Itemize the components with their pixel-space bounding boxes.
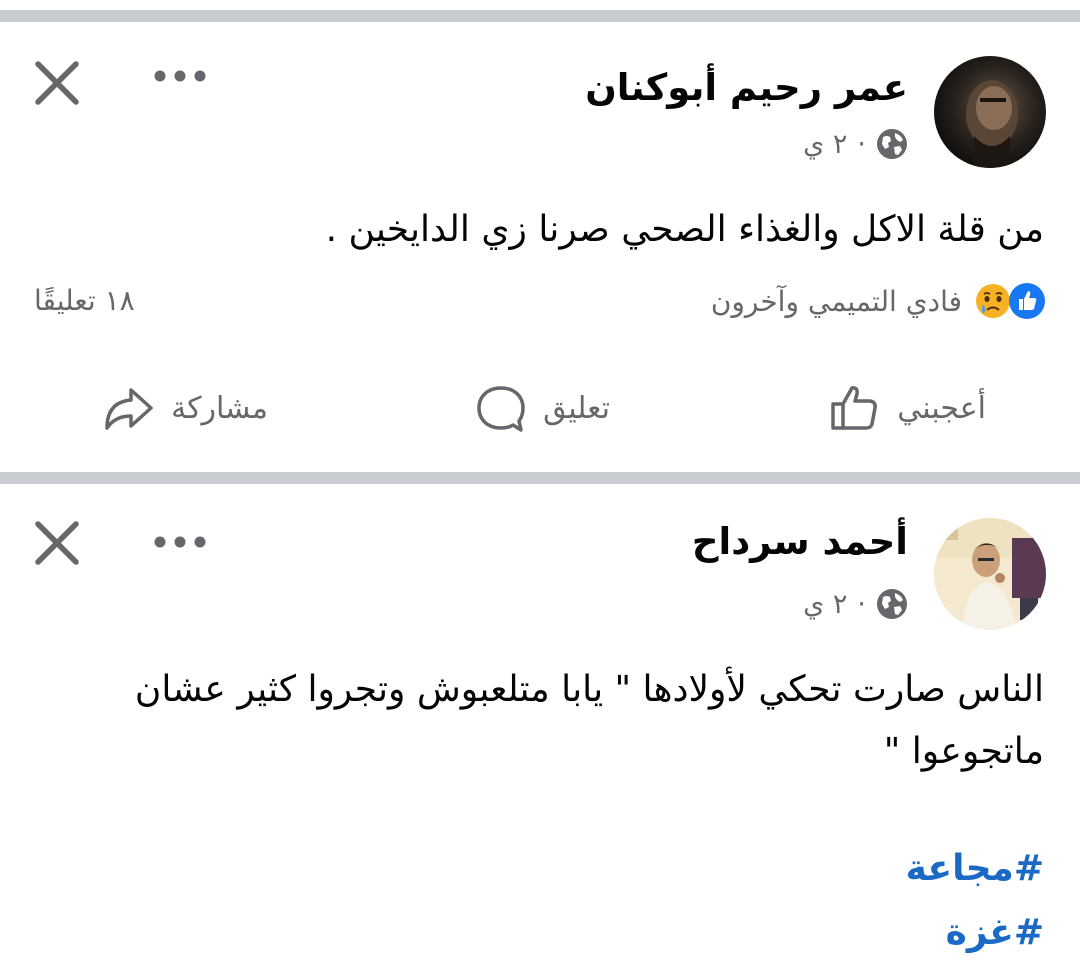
comment-label: تعليق (543, 390, 610, 426)
reactors-text[interactable]: فادي التميمي وآخرون (711, 285, 962, 318)
author-name[interactable]: أحمد سرداح (692, 520, 908, 563)
post-time[interactable]: ٢ ي (803, 129, 847, 160)
meta-dot: · (857, 128, 866, 160)
more-icon[interactable] (152, 532, 208, 552)
share-label: مشاركة (171, 390, 268, 426)
globe-icon (877, 589, 907, 619)
post-meta: ٢ ي · (803, 128, 908, 160)
sad-reaction-icon (976, 284, 1010, 318)
share-icon (105, 388, 153, 430)
feed: عمر رحيم أبوكنان ٢ ي · من قلة الاكل والغ… (0, 0, 1080, 966)
close-icon[interactable] (30, 56, 84, 110)
hashtag-link[interactable]: #مجاعة (906, 848, 1044, 889)
post-text: من قلة الاكل والغذاء الصحي صرنا زي الداي… (325, 209, 1044, 250)
hashtag-link[interactable]: #غزة (946, 912, 1044, 953)
author-name[interactable]: عمر رحيم أبوكنان (585, 66, 908, 109)
post-time[interactable]: ٢ ي (803, 589, 847, 620)
close-icon[interactable] (30, 516, 84, 570)
like-reaction-icon (1009, 283, 1045, 319)
meta-dot: · (857, 588, 866, 620)
reaction-summary[interactable]: فادي التميمي وآخرون (711, 282, 1046, 320)
post-1: عمر رحيم أبوكنان ٢ ي · من قلة الاكل والغ… (0, 22, 1080, 472)
post-text-line-2: ماتجوعوا " (883, 731, 1044, 772)
post-meta: ٢ ي · (803, 588, 908, 620)
globe-icon (877, 129, 907, 159)
more-icon[interactable] (152, 66, 208, 86)
comment-count[interactable]: ١٨ تعليقًا (34, 284, 135, 317)
like-icon (831, 386, 878, 430)
post-text-line-1: الناس صارت تحكي لأولادها " يابا متلعبوش … (134, 669, 1044, 710)
like-button[interactable]: أعجبني (827, 380, 986, 436)
share-button[interactable]: مشاركة (101, 380, 268, 436)
feed-separator (0, 472, 1080, 484)
author-avatar[interactable] (934, 518, 1046, 630)
author-avatar[interactable] (934, 56, 1046, 168)
post-2: أحمد سرداح ٢ ي · الناس صارت تحكي لأولاده… (0, 484, 1080, 966)
comment-button[interactable]: تعليق (473, 380, 610, 436)
feed-separator (0, 10, 1080, 22)
like-label: أعجبني (897, 390, 986, 426)
comment-icon (477, 386, 525, 432)
